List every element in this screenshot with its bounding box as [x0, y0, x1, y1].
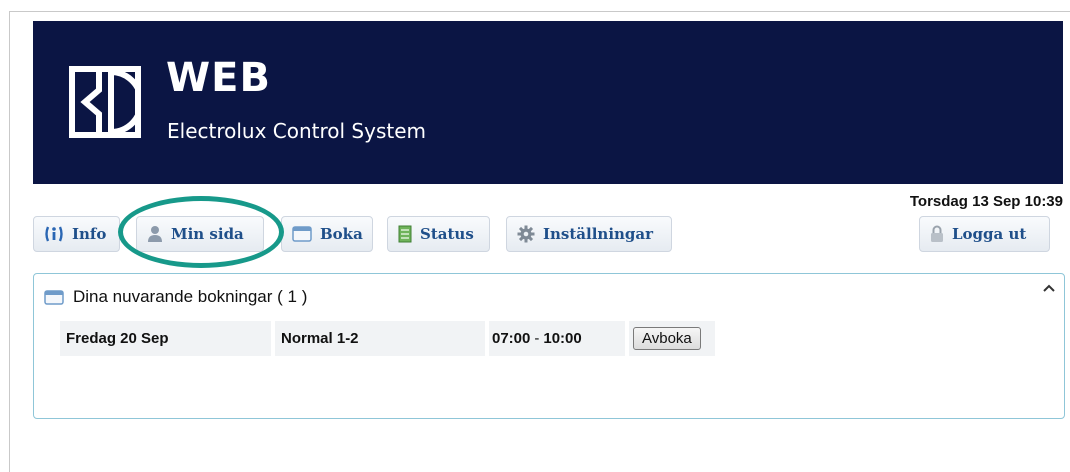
logout-label: Logga ut	[952, 225, 1027, 243]
booking-end: 10:00	[543, 330, 582, 347]
user-icon	[148, 226, 162, 242]
nav-status-label: Status	[420, 225, 474, 243]
chevron-up-icon[interactable]	[1043, 284, 1055, 292]
booking-start: 07:00	[492, 330, 531, 347]
logout-button[interactable]: Logga ut	[919, 216, 1050, 252]
nav-status-button[interactable]: Status	[387, 216, 490, 252]
info-icon	[45, 226, 63, 242]
nav-installningar-label: Inställningar	[543, 225, 654, 243]
brand-title: WEB	[166, 55, 271, 101]
bookings-panel-header: Dina nuvarande bokningar ( 1 )	[44, 287, 307, 307]
nav-boka-label: Boka	[320, 225, 363, 243]
electrolux-logo-icon	[69, 66, 141, 138]
booking-time: 07:00 - 10:00	[489, 321, 625, 356]
bookings-panel-title: Dina nuvarande bokningar ( 1 )	[73, 287, 308, 306]
nav-min-sida-label: Min sida	[171, 225, 244, 243]
header-banner: WEB Electrolux Control System	[33, 21, 1063, 184]
nav-info-label: Info	[72, 225, 107, 243]
lock-icon	[931, 225, 943, 242]
nav-min-sida-button[interactable]: Min sida	[136, 216, 264, 252]
booking-action-cell: Avboka	[629, 321, 715, 356]
calendar-icon	[44, 289, 64, 305]
booking-resource: Normal 1-2	[275, 321, 485, 356]
cancel-booking-button[interactable]: Avboka	[633, 327, 701, 350]
gear-icon	[517, 225, 535, 243]
current-datetime: Torsdag 13 Sep 10:39	[909, 193, 1063, 210]
status-icon	[398, 225, 412, 243]
booking-time-separator: -	[534, 330, 540, 347]
table-row: Fredag 20 Sep Normal 1-2 07:00 - 10:00 A…	[60, 321, 715, 356]
calendar-icon	[292, 226, 312, 242]
bookings-panel: Dina nuvarande bokningar ( 1 ) Fredag 20…	[33, 273, 1065, 419]
nav-installningar-button[interactable]: Inställningar	[506, 216, 672, 252]
nav-boka-button[interactable]: Boka	[281, 216, 373, 252]
brand-subtitle: Electrolux Control System	[167, 119, 427, 143]
booking-day: Fredag 20 Sep	[60, 321, 271, 356]
nav-info-button[interactable]: Info	[33, 216, 120, 252]
